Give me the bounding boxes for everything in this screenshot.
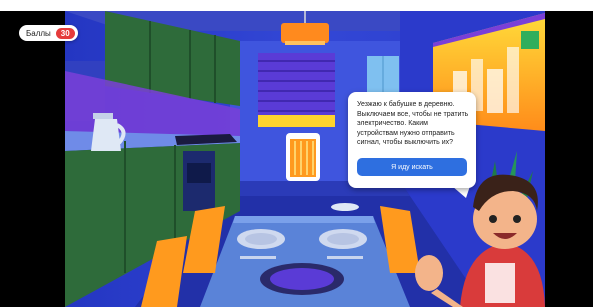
window-blinds: [258, 53, 335, 127]
start-search-button[interactable]: Я иду искать: [357, 158, 467, 176]
score-badge: Баллы 30: [19, 25, 78, 41]
heater-icon[interactable]: [286, 133, 320, 181]
score-value: 30: [55, 27, 75, 39]
letterbox-left: [0, 11, 65, 307]
speech-bubble: Уезжаю к бабушке в деревню. Выключаем вс…: [348, 92, 476, 188]
letterbox-right: [545, 11, 593, 307]
robot-vacuum[interactable]: [331, 203, 359, 211]
game-stage: Баллы 30 Уезжаю к бабушке в деревню. Вык…: [0, 0, 593, 307]
score-label: Баллы: [26, 28, 51, 38]
dialog-text: Уезжаю к бабушке в деревню. Выключаем вс…: [357, 101, 469, 146]
